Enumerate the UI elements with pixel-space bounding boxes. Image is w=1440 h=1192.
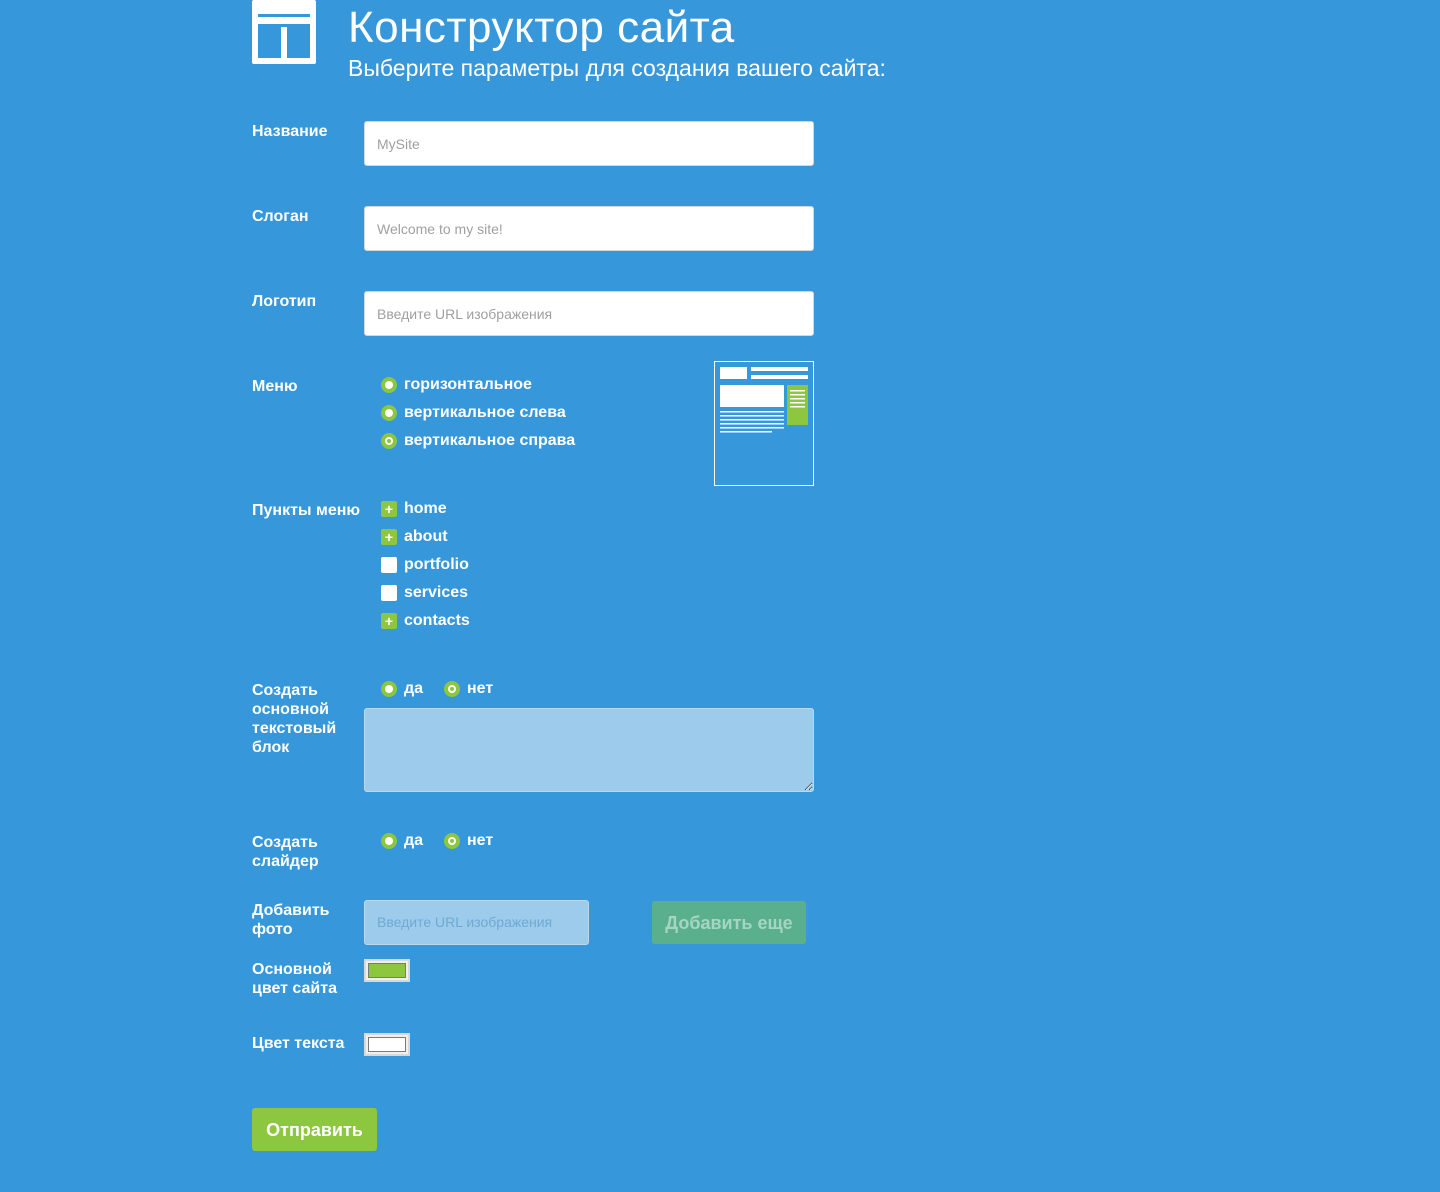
menu-item-home[interactable]: + home bbox=[381, 499, 447, 519]
radio-checked-icon[interactable] bbox=[444, 681, 460, 697]
radio-label: нет bbox=[467, 832, 494, 849]
menu-option-horizontal[interactable]: горизонтальное bbox=[381, 375, 532, 395]
menu-item-label: services bbox=[404, 584, 469, 601]
radio-label: да bbox=[404, 832, 424, 849]
slogan-label: Слоган bbox=[252, 208, 309, 225]
slogan-input[interactable] bbox=[364, 206, 814, 251]
menu-item-contacts[interactable]: + contacts bbox=[381, 611, 470, 631]
main-color-picker[interactable] bbox=[364, 959, 410, 982]
add-more-button[interactable]: Добавить еще bbox=[652, 901, 806, 944]
radio-icon[interactable] bbox=[381, 681, 397, 697]
submit-button[interactable]: Отправить bbox=[252, 1108, 377, 1151]
menu-option-label: вертикальное справа bbox=[404, 432, 576, 449]
menu-label: Меню bbox=[252, 378, 298, 395]
name-input[interactable] bbox=[364, 121, 814, 166]
page-title: Конструктор сайта bbox=[348, 3, 735, 52]
menu-item-about[interactable]: + about bbox=[381, 527, 448, 547]
text-color-label: Цвет текста bbox=[252, 1035, 345, 1052]
logo-label: Логотип bbox=[252, 293, 317, 310]
menu-item-label: contacts bbox=[404, 612, 470, 629]
photo-label: Добавить фото bbox=[252, 902, 330, 938]
plus-checkbox-icon[interactable]: + bbox=[381, 529, 397, 545]
slider-yes[interactable]: да bbox=[381, 831, 423, 851]
slider-label: Создать слайдер bbox=[252, 834, 319, 870]
menu-item-label: about bbox=[404, 528, 448, 545]
checkbox-icon[interactable] bbox=[381, 557, 397, 573]
page-subtitle: Выберите параметры для создания вашего с… bbox=[348, 55, 886, 81]
text-block-label: Создать основной текстовый блок bbox=[252, 682, 337, 756]
name-label: Название bbox=[252, 123, 328, 140]
text-block-yes[interactable]: да bbox=[381, 679, 423, 699]
menu-item-portfolio[interactable]: portfolio bbox=[381, 555, 469, 575]
slider-no[interactable]: нет bbox=[444, 831, 493, 851]
radio-label: нет bbox=[467, 680, 494, 697]
menu-items-label: Пункты меню bbox=[252, 502, 361, 519]
radio-icon[interactable] bbox=[381, 377, 397, 393]
layout-logo-icon bbox=[252, 0, 316, 64]
menu-option-label: горизонтальное bbox=[404, 376, 532, 393]
menu-option-label: вертикальное слева bbox=[404, 404, 566, 421]
plus-checkbox-icon[interactable]: + bbox=[381, 501, 397, 517]
main-color-swatch bbox=[368, 963, 406, 978]
checkbox-icon[interactable] bbox=[381, 585, 397, 601]
menu-option-vertical-right[interactable]: вертикальное справа bbox=[381, 431, 575, 451]
menu-option-vertical-left[interactable]: вертикальное слева bbox=[381, 403, 566, 423]
layout-preview-icon bbox=[720, 367, 808, 433]
plus-checkbox-icon[interactable]: + bbox=[381, 613, 397, 629]
menu-item-label: home bbox=[404, 500, 447, 517]
text-color-swatch bbox=[368, 1037, 406, 1052]
layout-preview bbox=[714, 361, 814, 486]
menu-item-services[interactable]: services bbox=[381, 583, 468, 603]
logo-url-input[interactable] bbox=[364, 291, 814, 336]
menu-item-label: portfolio bbox=[404, 556, 469, 573]
text-block-textarea[interactable] bbox=[364, 708, 814, 792]
text-block-no[interactable]: нет bbox=[444, 679, 493, 699]
text-color-picker[interactable] bbox=[364, 1033, 410, 1056]
radio-checked-icon[interactable] bbox=[444, 833, 460, 849]
radio-icon[interactable] bbox=[381, 833, 397, 849]
radio-label: да bbox=[404, 680, 424, 697]
photo-url-input[interactable]: Введите URL изображения bbox=[364, 900, 589, 945]
radio-checked-icon[interactable] bbox=[381, 433, 397, 449]
main-color-label: Основной цвет сайта bbox=[252, 961, 337, 997]
radio-icon[interactable] bbox=[381, 405, 397, 421]
